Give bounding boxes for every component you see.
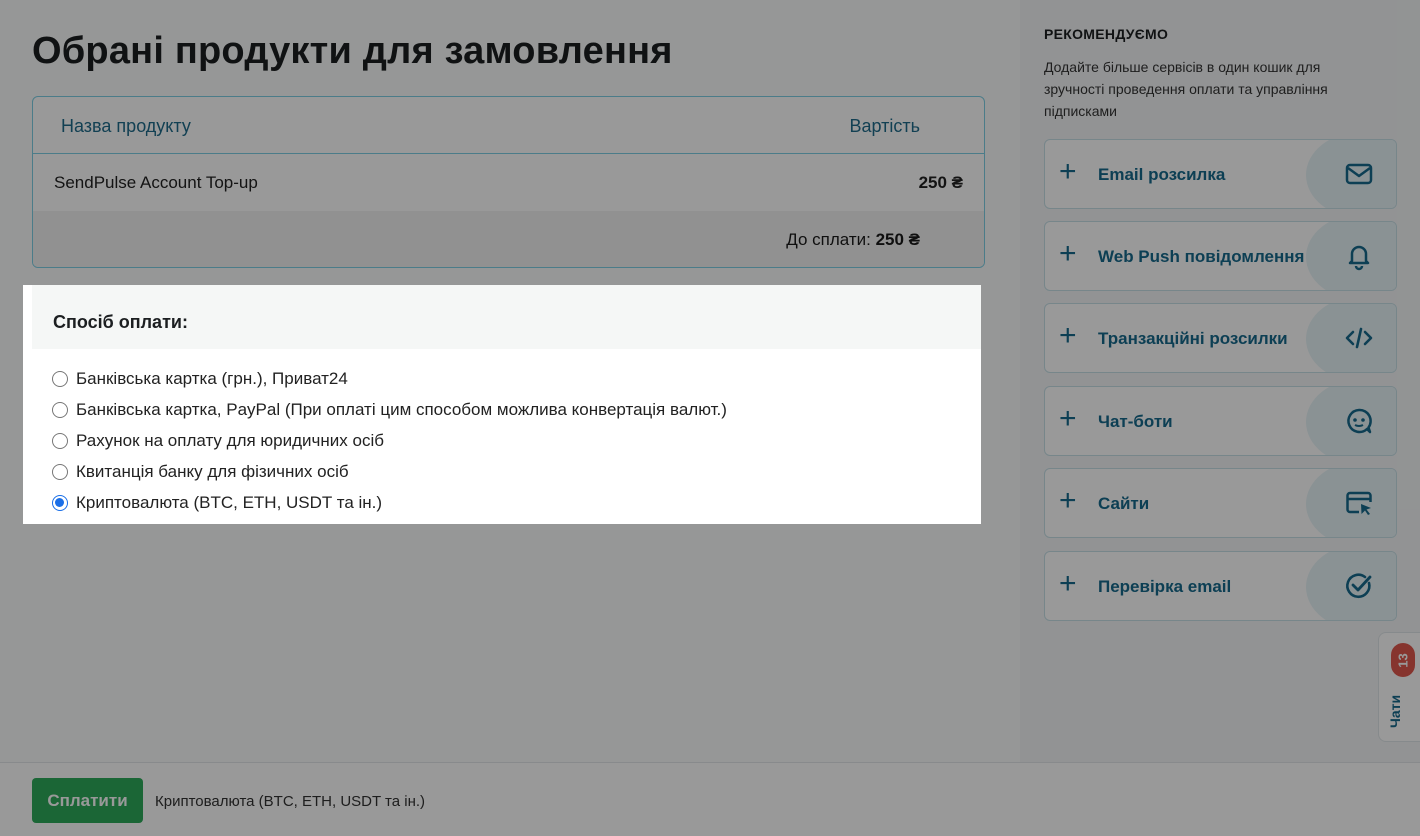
bell-icon <box>1348 245 1370 271</box>
footer-bar: Сплатити Криптовалюта (BTC, ETH, USDT та… <box>0 762 1420 836</box>
radio-button-selected[interactable] <box>52 494 68 511</box>
recommendations-sidebar: РЕКОМЕНДУЄМО Додайте більше сервісів в о… <box>1020 0 1420 762</box>
recommend-email-verification[interactable]: + Перевірка email <box>1044 551 1397 621</box>
check-circle-icon <box>1346 573 1372 598</box>
plus-icon: + <box>1059 484 1077 517</box>
payment-option-label: Банківська картка, PayPal (При оплаті ци… <box>76 399 727 419</box>
plus-icon: + <box>1059 155 1077 188</box>
payment-options: Банківська картка (грн.), Приват24 Банкі… <box>52 363 727 518</box>
radio-button[interactable] <box>52 370 68 387</box>
payment-option-crypto[interactable]: Криптовалюта (BTC, ETH, USDT та ін.) <box>52 487 727 518</box>
total-amount: До сплати: 250 ₴ <box>786 230 920 250</box>
radio-button[interactable] <box>52 432 68 449</box>
selected-payment-method: Криптовалюта (BTC, ETH, USDT та ін.) <box>155 793 426 810</box>
product-price: 250 ₴ <box>918 173 963 192</box>
payment-method-header: Спосіб оплати: <box>32 285 981 349</box>
products-table: Назва продукту Вартість SendPulse Accoun… <box>32 96 985 268</box>
recommend-label: Сайти <box>1098 494 1150 513</box>
payment-option-label: Банківська картка (грн.), Приват24 <box>76 368 348 388</box>
website-icon <box>1346 491 1372 515</box>
radio-button[interactable] <box>52 401 68 418</box>
plus-icon: + <box>1059 567 1077 600</box>
chats-widget[interactable]: 13 Чати <box>1378 632 1420 742</box>
recommend-label: Email розсилка <box>1098 165 1226 184</box>
sidebar-heading: РЕКОМЕНДУЄМО <box>1044 26 1169 42</box>
plus-icon: + <box>1059 319 1077 352</box>
table-total-row: До сплати: 250 ₴ <box>33 211 984 267</box>
recommend-web-push[interactable]: + Web Push повідомлення <box>1044 221 1397 291</box>
table-row: SendPulse Account Top-up 250 ₴ <box>33 154 984 211</box>
recommend-label: Транзакційні розсилки <box>1098 329 1288 348</box>
plus-icon: + <box>1059 237 1077 270</box>
payment-option-card-privat24[interactable]: Банківська картка (грн.), Приват24 <box>52 363 727 394</box>
table-header: Назва продукту Вартість <box>33 97 984 154</box>
recommend-email-campaign[interactable]: + Email розсилка <box>1044 139 1397 209</box>
payment-method-heading: Спосіб оплати: <box>53 312 188 332</box>
payment-option-invoice-legal[interactable]: Рахунок на оплату для юридичних осіб <box>52 425 727 456</box>
plus-icon: + <box>1059 402 1077 435</box>
chats-label: Чати <box>1387 694 1403 728</box>
payment-method-panel: Спосіб оплати: Банківська картка (грн.),… <box>23 285 981 524</box>
pay-button[interactable]: Сплатити <box>32 778 143 823</box>
payment-option-bank-receipt[interactable]: Квитанція банку для фізичних осіб <box>52 456 727 487</box>
chat-bot-icon <box>1347 408 1372 434</box>
recommend-chatbots[interactable]: + Чат-боти <box>1044 386 1397 456</box>
recommend-websites[interactable]: + Сайти <box>1044 468 1397 538</box>
column-header-name: Назва продукту <box>61 116 191 136</box>
product-name: SendPulse Account Top-up <box>54 173 258 192</box>
page-title: Обрані продукти для замовлення <box>32 30 673 72</box>
payment-option-label: Криптовалюта (BTC, ETH, USDT та ін.) <box>76 492 383 512</box>
mail-icon <box>1345 163 1373 185</box>
recommend-label: Чат-боти <box>1098 412 1173 431</box>
chats-count-badge: 13 <box>1391 643 1415 677</box>
total-label: До сплати: <box>786 230 871 249</box>
column-header-price: Вартість <box>849 116 921 136</box>
payment-option-card-paypal[interactable]: Банківська картка, PayPal (При оплаті ци… <box>52 394 727 425</box>
payment-option-label: Квитанція банку для фізичних осіб <box>76 461 349 481</box>
recommend-label: Перевірка email <box>1098 577 1232 596</box>
radio-button[interactable] <box>52 463 68 480</box>
payment-option-label: Рахунок на оплату для юридичних осіб <box>76 430 384 450</box>
total-value: 250 ₴ <box>875 230 920 249</box>
recommend-label: Web Push повідомлення <box>1098 247 1305 266</box>
code-icon <box>1345 327 1373 349</box>
recommend-transactional[interactable]: + Транзакційні розсилки <box>1044 303 1397 373</box>
sidebar-description: Додайте більше сервісів в один кошик для… <box>1044 59 1328 119</box>
